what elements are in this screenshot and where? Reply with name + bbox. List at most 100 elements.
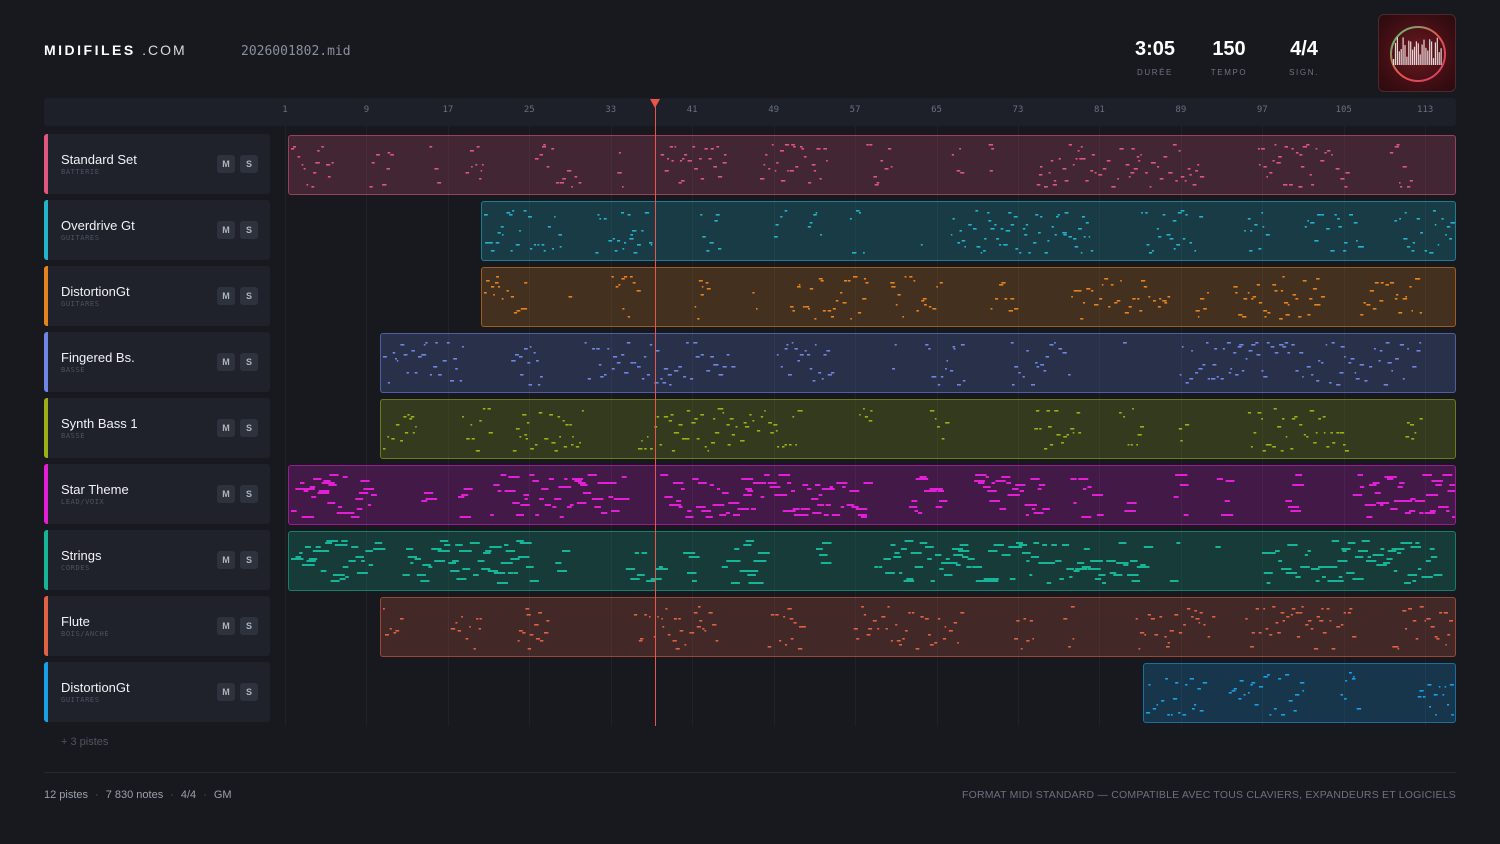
footer-signature: 4/4 [180, 789, 197, 801]
stat-duration-label: DURÉE [1136, 68, 1173, 77]
ruler-tick: 49 [768, 105, 780, 115]
midi-clip[interactable] [288, 465, 1456, 525]
track-name: Fingered Bs. [61, 350, 135, 365]
track-color-stripe [44, 200, 48, 260]
mute-button[interactable]: M [217, 617, 235, 635]
track-color-stripe [44, 398, 48, 458]
mute-button[interactable]: M [217, 551, 235, 569]
stat-duration: 3:05 DURÉE [1130, 38, 1180, 77]
grid-line [366, 126, 368, 726]
footer-track-count: 12 pistes [44, 789, 89, 801]
note-pattern [382, 408, 1423, 452]
ruler-tick: 97 [1256, 105, 1268, 115]
brand-name: MIDIFILES [44, 42, 136, 58]
solo-button[interactable]: S [240, 485, 258, 503]
footer-tagline: FORMAT MIDI STANDARD — COMPATIBLE AVEC T… [961, 789, 1456, 801]
track-name: Star Theme [61, 482, 129, 497]
track-color-stripe [44, 134, 48, 194]
ruler-tick: 113 [1417, 105, 1434, 115]
ruler-tick: 73 [1012, 105, 1024, 115]
mute-button[interactable]: M [217, 353, 235, 371]
track-header[interactable]: Standard Set BATTERIE M S [44, 134, 270, 194]
brand-logo[interactable]: MIDIFILES .COM [44, 42, 187, 58]
solo-button[interactable]: S [240, 221, 258, 239]
footer-note-count: 7 830 notes [105, 789, 164, 801]
track-header[interactable]: DistortionGt GUITARES M S [44, 266, 270, 326]
note-pattern [1146, 672, 1455, 716]
note-pattern [291, 144, 1413, 188]
ruler-tick: 41 [686, 105, 698, 115]
stat-signature-label: SIGN. [1289, 68, 1319, 77]
track-category: CORDES [61, 564, 90, 572]
track-header[interactable]: Synth Bass 1 BASSE M S [44, 398, 270, 458]
midi-clip[interactable] [379, 399, 1456, 459]
solo-button[interactable]: S [240, 353, 258, 371]
solo-button[interactable]: S [240, 155, 258, 173]
playhead-marker[interactable] [650, 99, 660, 108]
stat-tempo: 150 TEMPO [1204, 38, 1254, 77]
note-pattern [484, 276, 1423, 320]
mute-button[interactable]: M [217, 485, 235, 503]
midi-clip[interactable] [379, 333, 1456, 393]
note-pattern [484, 210, 1455, 254]
mute-button[interactable]: M [217, 155, 235, 173]
mute-button[interactable]: M [217, 287, 235, 305]
ruler-tick: 17 [442, 105, 454, 115]
track-name: Standard Set [61, 152, 137, 167]
track-category: LEAD/VOIX [61, 498, 105, 506]
mute-button[interactable]: M [217, 683, 235, 701]
stat-duration-value: 3:05 [1134, 38, 1176, 60]
midi-clip[interactable] [379, 597, 1456, 657]
mute-button[interactable]: M [217, 419, 235, 437]
track-color-stripe [44, 596, 48, 656]
track-header[interactable]: Overdrive Gt GUITARES M S [44, 200, 270, 260]
more-tracks-link[interactable]: + 3 pistes [61, 736, 108, 748]
file-name: 2026001802.mid [241, 44, 351, 59]
grid-line [285, 126, 286, 726]
track-color-stripe [44, 266, 48, 326]
footer-divider [44, 772, 1456, 773]
track-category: BATTERIE [61, 168, 100, 176]
note-pattern [291, 540, 1443, 584]
mute-button[interactable]: M [217, 221, 235, 239]
track-category: BASSE [61, 432, 86, 440]
midi-clip[interactable] [481, 201, 1456, 261]
stat-tempo-label: TEMPO [1210, 68, 1248, 77]
arrangement-area[interactable] [278, 126, 1456, 726]
ruler-tick: 65 [931, 105, 942, 115]
track-name: DistortionGt [61, 680, 130, 695]
footer-summary: 12 pistes · 7 830 notes · 4/4 · GM [44, 789, 232, 801]
track-header[interactable]: Strings CORDES M S [44, 530, 270, 590]
ruler-tick: 1 [282, 105, 288, 115]
track-header[interactable]: Star Theme LEAD/VOIX M S [44, 464, 270, 524]
midi-clip[interactable] [1143, 663, 1456, 723]
footer-standard: GM [213, 789, 232, 801]
ruler-tick: 89 [1175, 105, 1187, 115]
solo-button[interactable]: S [240, 551, 258, 569]
midi-clip[interactable] [288, 531, 1456, 591]
midi-clip[interactable] [288, 135, 1456, 195]
playhead-line[interactable] [655, 100, 656, 726]
solo-button[interactable]: S [240, 617, 258, 635]
timeline-ruler[interactable]: 1 9 17 25 33 41 49 57 65 73 81 89 97 105 113 [44, 98, 1456, 126]
track-name: Overdrive Gt [61, 218, 135, 233]
solo-button[interactable]: S [240, 287, 258, 305]
track-name: Synth Bass 1 [61, 416, 138, 431]
track-header[interactable]: Flute BOIS/ANCHE M S [44, 596, 270, 656]
track-category: GUITARES [61, 234, 100, 242]
solo-button[interactable]: S [240, 419, 258, 437]
track-color-stripe [44, 464, 48, 524]
ruler-tick: 25 [523, 105, 535, 115]
track-header[interactable]: Fingered Bs. BASSE M S [44, 332, 270, 392]
track-color-stripe [44, 530, 48, 590]
solo-button[interactable]: S [240, 683, 258, 701]
track-category: GUITARES [61, 300, 100, 308]
track-header[interactable]: DistortionGt GUITARES M S [44, 662, 270, 722]
track-category: GUITARES [61, 696, 100, 704]
midi-clip[interactable] [481, 267, 1456, 327]
brand-domain: .COM [142, 42, 187, 58]
track-name: Flute [61, 614, 90, 629]
album-cover-image [1378, 14, 1456, 92]
stat-tempo-value: 150 [1212, 38, 1246, 60]
ruler-tick: 81 [1093, 105, 1105, 115]
